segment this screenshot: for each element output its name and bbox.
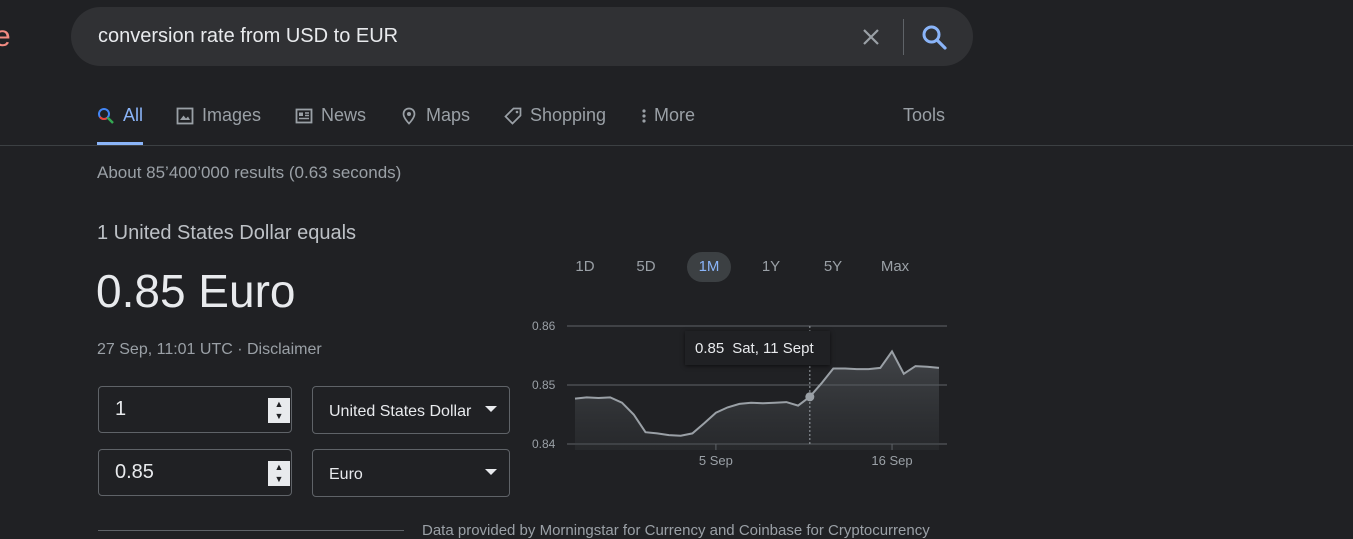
image-icon [176,107,194,125]
currency-from-value: United States Dollar [329,403,472,420]
tab-label: News [321,105,367,125]
amount-to-input[interactable]: 0.85 ▲ ▼ [98,449,292,496]
tab-label: Maps [426,105,471,125]
search-bar[interactable]: conversion rate from USD to EUR [71,7,973,66]
tab-images[interactable]: Images [176,105,261,145]
y-tick-label: 0.85 [532,378,556,392]
data-source-note[interactable]: Data provided by Morningstar for Currenc… [422,522,930,539]
range-max[interactable]: Max [873,252,917,282]
conversion-result: 0.85 Euro [96,265,296,317]
more-vert-icon [642,109,646,123]
range-5d[interactable]: 5D [624,252,668,282]
tab-maps[interactable]: Maps [400,105,470,145]
search-divider [903,19,904,55]
range-5y[interactable]: 5Y [811,252,855,282]
amount-from-stepper[interactable]: ▲ ▼ [268,398,290,423]
amount-from-input[interactable]: 1 ▲ ▼ [98,386,292,433]
dropdown-arrow-icon [485,469,497,475]
range-1m[interactable]: 1M [687,252,731,282]
chevron-down-icon[interactable]: ▼ [268,473,290,485]
tooltip-value: 0.85 [695,339,725,357]
results-stats: About 85’400’000 results (0.63 seconds) [97,163,402,182]
search-icon [98,108,114,124]
amount-to-stepper[interactable]: ▲ ▼ [268,461,290,486]
tab-news[interactable]: News [295,105,366,145]
tabs-divider [0,145,1353,146]
tab-label: More [654,105,696,125]
search-icon[interactable] [920,23,948,51]
y-tick-label: 0.86 [532,319,556,333]
tab-label: Images [202,105,262,125]
logo-fragment[interactable]: e [0,20,11,54]
news-icon [295,108,313,124]
rate-timestamp[interactable]: 27 Sep, 11:01 UTC · Disclaimer [97,341,322,359]
tab-shopping[interactable]: Shopping [504,105,606,145]
equals-line: 1 United States Dollar equals [97,222,357,244]
close-icon[interactable] [859,25,883,49]
x-tick-label: 5 Sep [699,453,733,468]
tools-button[interactable]: Tools [903,105,945,126]
hover-point [805,392,815,402]
section-divider [98,530,404,531]
tab-more[interactable]: More [640,105,695,145]
chevron-down-icon[interactable]: ▼ [268,410,290,422]
amount-from-value[interactable]: 1 [115,398,126,421]
y-tick-label: 0.84 [532,437,556,451]
chevron-up-icon[interactable]: ▲ [268,398,290,410]
currency-to-value: Euro [329,466,363,483]
currency-from-select[interactable]: United States Dollar [312,386,510,434]
dropdown-arrow-icon [485,406,497,412]
tab-all[interactable]: All [97,105,144,145]
tab-label: All [123,105,144,125]
amount-to-value[interactable]: 0.85 [115,461,154,484]
x-tick-label: 16 Sep [871,453,912,468]
tag-icon [504,107,522,125]
search-input[interactable]: conversion rate from USD to EUR [98,25,398,48]
chart-area [575,351,939,450]
chart-tooltip: 0.85 Sat, 11 Sept [685,331,830,365]
range-1d[interactable]: 1D [563,252,607,282]
map-pin-icon [402,107,416,125]
chevron-up-icon[interactable]: ▲ [268,461,290,473]
tab-label: Shopping [530,105,607,125]
tooltip-date: Sat, 11 Sept [732,339,814,357]
currency-to-select[interactable]: Euro [312,449,510,497]
range-1y[interactable]: 1Y [749,252,793,282]
